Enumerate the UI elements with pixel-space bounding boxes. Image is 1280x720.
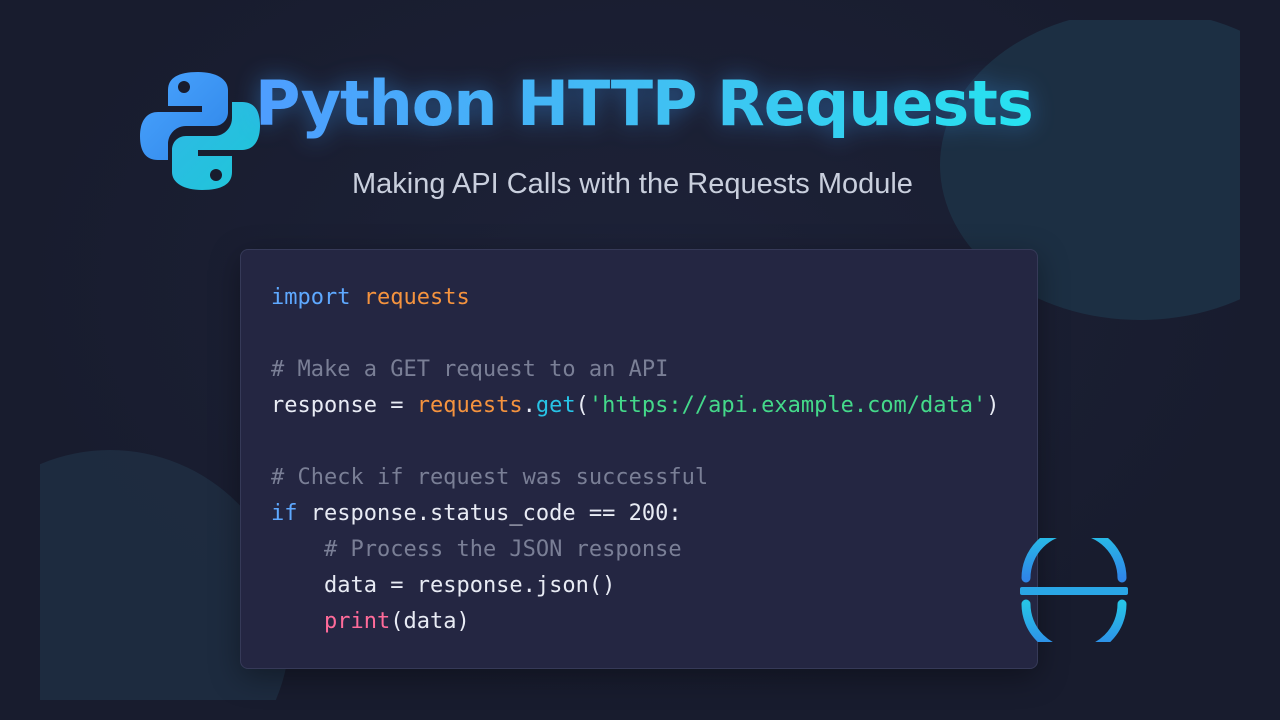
code-token-module: requests <box>363 285 470 310</box>
code-line: data = response.json() <box>271 568 1000 604</box>
code-token-comment: # Process the JSON response <box>324 537 682 562</box>
code-token-plain: : <box>668 501 682 526</box>
page-title: Python HTTP Requests <box>255 62 1034 146</box>
code-token-comment: # Check if request was successful <box>271 465 709 490</box>
code-token-function: get <box>535 393 576 418</box>
code-line: import requests <box>271 280 1000 316</box>
code-token-plain: (data) <box>390 609 470 634</box>
thumbnail-canvas: Python HTTP Requests Making API Calls wi… <box>0 0 1280 720</box>
code-token-builtin: print <box>324 609 391 634</box>
code-token-string: 'https://api.example.com/data' <box>588 393 987 418</box>
code-line: if response.status_code == 200: <box>271 496 1000 532</box>
python-logo-icon <box>140 72 260 190</box>
code-token-plain: data = response.json() <box>324 573 616 598</box>
code-line: # Process the JSON response <box>271 532 1000 568</box>
code-line: response = requests.get('https://api.exa… <box>271 388 1000 424</box>
code-token-keyword: if <box>271 501 298 526</box>
code-token-plain: response.status_code == <box>297 501 629 526</box>
code-line: # Make a GET request to an API <box>271 352 1000 388</box>
code-token-module: requests <box>416 393 523 418</box>
sliced-circle-icon <box>1020 538 1128 642</box>
page-subtitle: Making API Calls with the Requests Modul… <box>352 168 913 200</box>
code-line: # Check if request was successful <box>271 460 1000 496</box>
code-token-number: 200 <box>628 501 669 526</box>
code-lines: import requests # Make a GET request to a… <box>271 280 1000 640</box>
code-token-keyword: import <box>271 285 351 310</box>
code-line: print(data) <box>271 604 1000 640</box>
code-token-comment: # Make a GET request to an API <box>271 357 669 382</box>
code-token-plain: ( <box>575 393 589 418</box>
code-token-plain: response = <box>271 393 417 418</box>
code-block: import requests # Make a GET request to a… <box>240 249 1038 669</box>
code-token-plain: ) <box>986 393 1000 418</box>
code-token-plain: . <box>522 393 536 418</box>
